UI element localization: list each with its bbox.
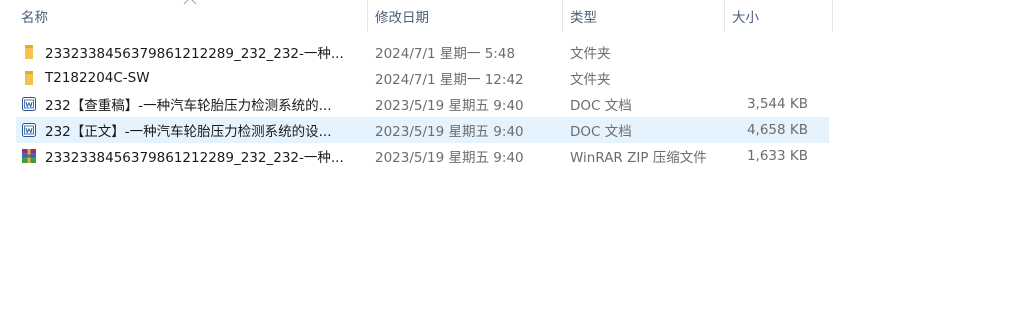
file-name: 2332338456379861212289_232_232-一种...: [45, 46, 344, 62]
file-type: WinRAR ZIP 压缩文件: [570, 150, 707, 166]
column-divider[interactable]: [832, 0, 833, 32]
column-header-type-label: 类型: [570, 10, 597, 26]
file-name-cell: 232【查重稿】-一种汽车轮胎压力检测系统的...: [16, 91, 358, 117]
file-size: [713, 39, 813, 65]
file-name: 232【查重稿】-一种汽车轮胎压力检测系统的...: [45, 98, 332, 114]
file-date: 2023/5/19 星期五 9:40: [375, 150, 524, 166]
column-header-type[interactable]: 类型: [563, 0, 725, 32]
file-type: 文件夹: [570, 46, 611, 62]
file-row[interactable]: 2332338456379861212289_232_232-一种... 202…: [16, 143, 829, 169]
column-header-size-label: 大小: [732, 10, 759, 26]
file-name-cell: 232【正文】-一种汽车轮胎压力检测系统的设...: [16, 117, 358, 143]
file-size: [713, 65, 813, 91]
file-date: 2024/7/1 星期一 12:42: [375, 72, 524, 88]
file-name: T2182204C-SW: [45, 70, 150, 86]
file-name: 232【正文】-一种汽车轮胎压力检测系统的设...: [45, 124, 332, 140]
file-list: 2332338456379861212289_232_232-一种... 202…: [16, 39, 829, 169]
file-size: 1,633 KB: [746, 148, 808, 164]
folder-icon: [21, 44, 37, 60]
file-name-cell: 2332338456379861212289_232_232-一种...: [16, 143, 358, 169]
file-row[interactable]: T2182204C-SW 2024/7/1 星期一 12:42 文件夹: [16, 65, 829, 91]
winrar-archive-icon: [21, 148, 37, 164]
file-name-cell: T2182204C-SW: [16, 65, 358, 91]
sort-ascending-icon: [183, 0, 197, 5]
word-doc-icon: [21, 96, 37, 112]
column-header-name[interactable]: 名称: [0, 0, 368, 32]
file-name-cell: 2332338456379861212289_232_232-一种...: [16, 39, 358, 65]
file-type: DOC 文档: [570, 98, 632, 114]
file-date: 2023/5/19 星期五 9:40: [375, 124, 524, 140]
file-type: DOC 文档: [570, 124, 632, 140]
column-header-date[interactable]: 修改日期: [368, 0, 563, 32]
file-name: 2332338456379861212289_232_232-一种...: [45, 150, 344, 166]
file-date: 2024/7/1 星期一 5:48: [375, 46, 516, 62]
folder-icon: [21, 70, 37, 86]
column-header-size[interactable]: 大小: [725, 0, 833, 32]
column-header-name-label: 名称: [21, 10, 48, 26]
file-type: 文件夹: [570, 72, 611, 88]
word-doc-icon: [21, 122, 37, 138]
file-size: 4,658 KB: [746, 122, 808, 138]
file-row[interactable]: 232【查重稿】-一种汽车轮胎压力检测系统的... 2023/5/19 星期五 …: [16, 91, 829, 117]
file-row-selected[interactable]: 232【正文】-一种汽车轮胎压力检测系统的设... 2023/5/19 星期五 …: [16, 117, 829, 143]
column-header-row: 名称 修改日期 类型 大小: [0, 0, 833, 32]
file-date: 2023/5/19 星期五 9:40: [375, 98, 524, 114]
file-size: 3,544 KB: [746, 96, 808, 112]
file-row[interactable]: 2332338456379861212289_232_232-一种... 202…: [16, 39, 829, 65]
column-header-date-label: 修改日期: [375, 10, 429, 26]
file-explorer-list: 名称 修改日期 类型 大小 2332338456379861212289_232…: [0, 0, 1024, 311]
